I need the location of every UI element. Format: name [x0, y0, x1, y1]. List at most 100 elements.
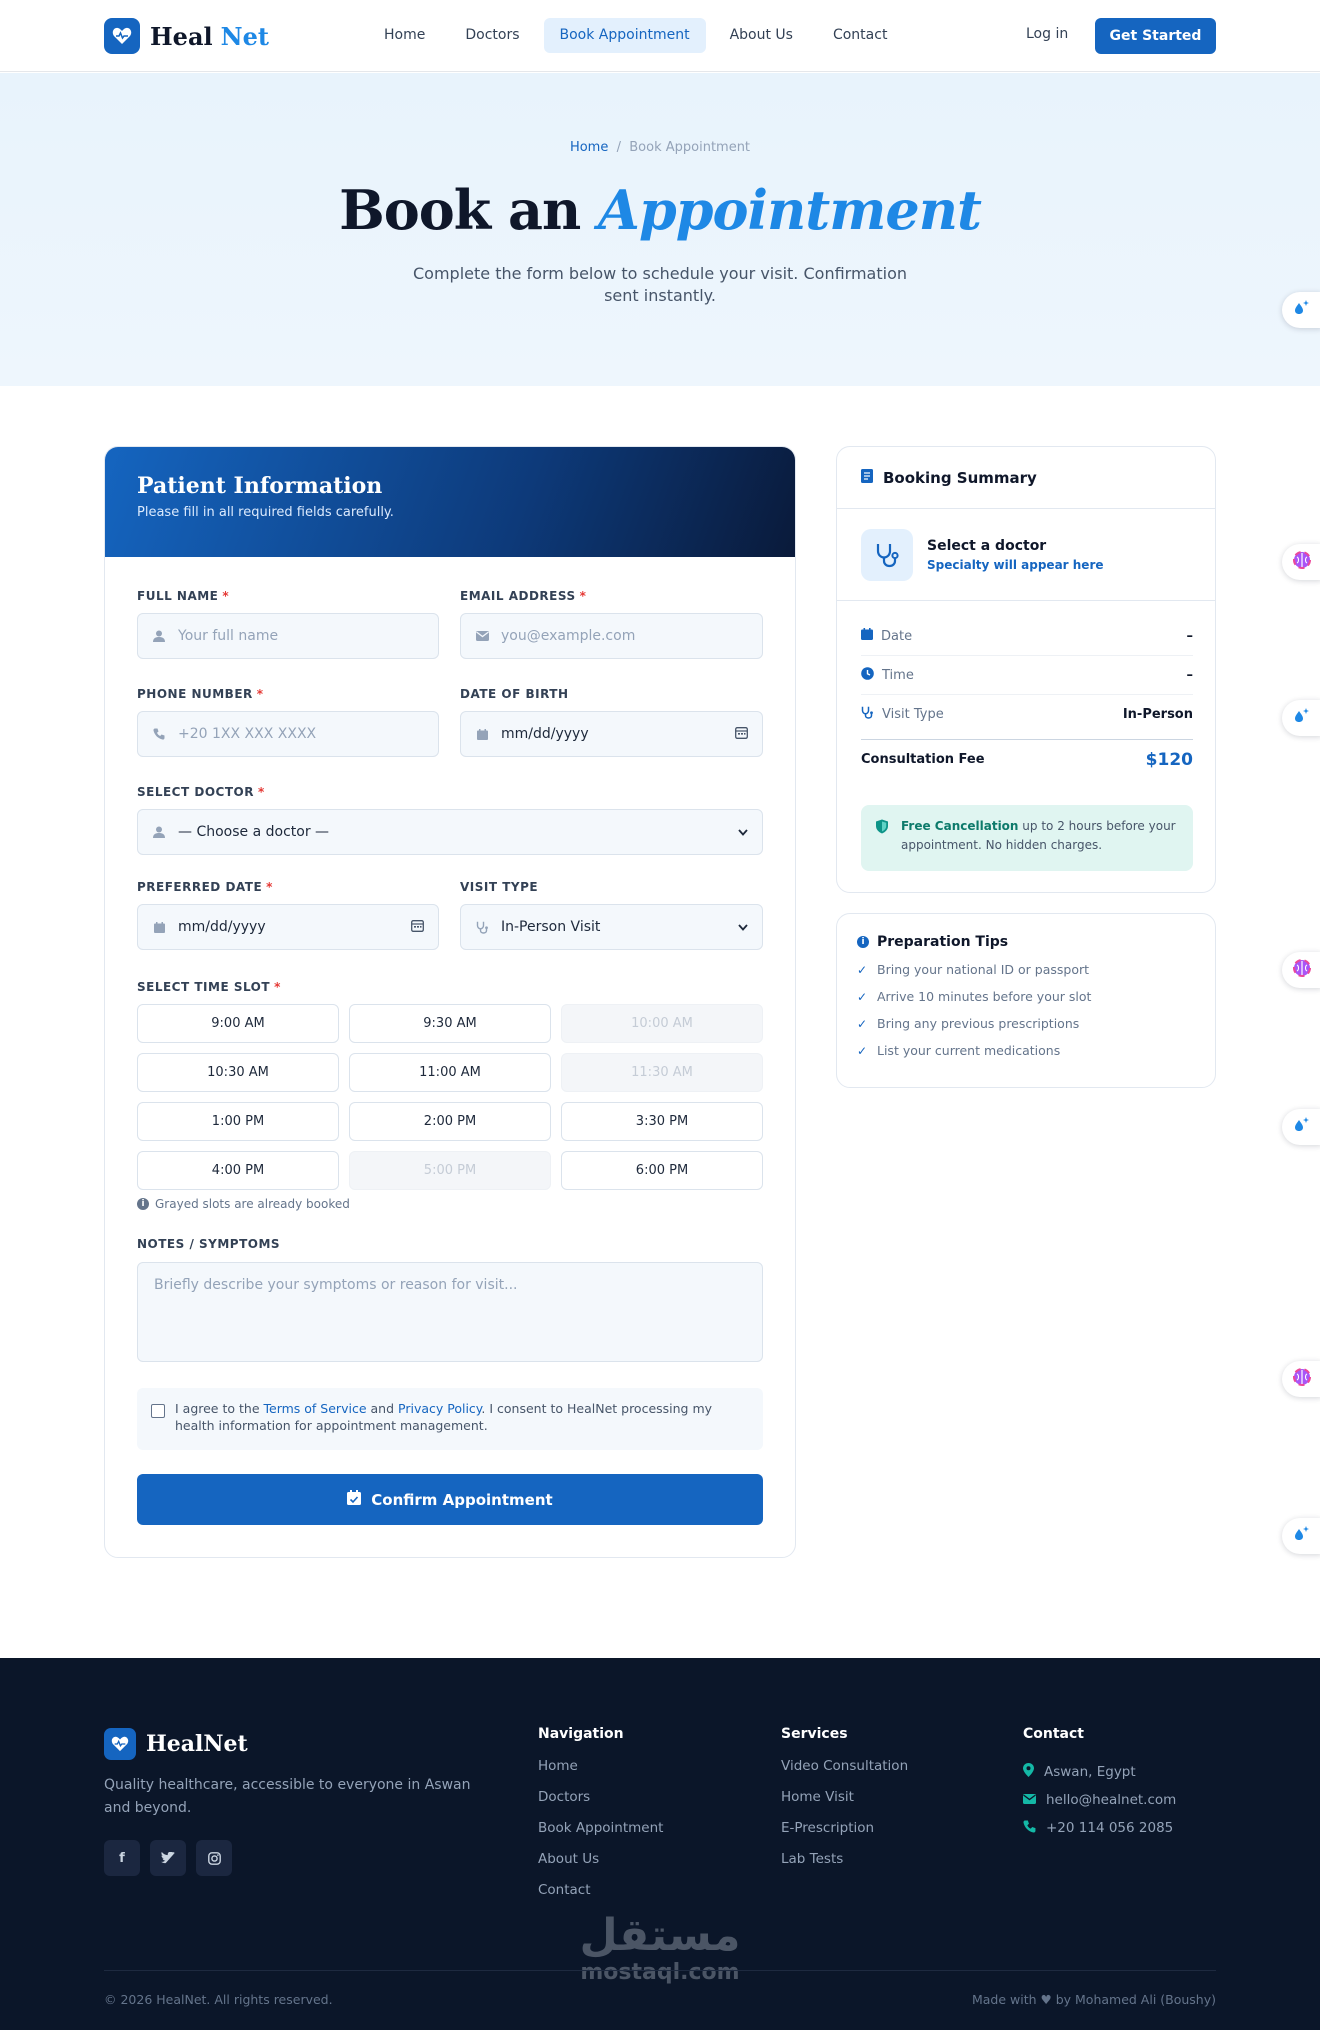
- notes-label: NOTES / SYMPTOMS: [137, 1237, 281, 1251]
- sparkle-drop-icon: [1293, 1525, 1311, 1547]
- contact-address: Aswan, Egypt: [1023, 1758, 1176, 1786]
- privacy-link[interactable]: Privacy Policy: [398, 1401, 481, 1416]
- contact-phone[interactable]: +20 114 056 2085: [1023, 1814, 1176, 1842]
- doctor-icon: [152, 825, 166, 839]
- check-icon: ✓: [857, 1043, 868, 1058]
- preferred-date-label: PREFERRED DATE *: [137, 880, 273, 894]
- terms-link[interactable]: Terms of Service: [264, 1401, 367, 1416]
- preferred-date-input[interactable]: mm/dd/yyyy: [137, 904, 439, 950]
- footer-link[interactable]: Doctors: [538, 1789, 663, 1820]
- contact-email[interactable]: hello@healnet.com: [1023, 1786, 1176, 1814]
- full-name-input[interactable]: Your full name: [137, 613, 439, 659]
- preferred-date-placeholder: mm/dd/yyyy: [178, 919, 266, 935]
- get-started-button[interactable]: Get Started: [1095, 18, 1216, 54]
- time-slot[interactable]: 9:00 AM: [137, 1004, 339, 1043]
- footer-link[interactable]: Contact: [538, 1882, 663, 1913]
- time-slot-booked: 11:30 AM: [561, 1053, 763, 1092]
- footer-brand-name: HealNet: [146, 1731, 248, 1757]
- brand-name-part1: Heal: [150, 21, 213, 51]
- booked-slots-hint: i Grayed slots are already booked: [137, 1197, 350, 1211]
- footer-description: Quality healthcare, accessible to everyo…: [104, 1777, 471, 1816]
- sparkle-drop-widget[interactable]: [1282, 700, 1320, 736]
- time-slot[interactable]: 4:00 PM: [137, 1151, 339, 1190]
- doctor-select[interactable]: — Choose a doctor —: [137, 809, 763, 855]
- selected-doctor: Select a doctor Specialty will appear he…: [837, 509, 1215, 601]
- tip-text: Bring your national ID or passport: [877, 962, 1090, 977]
- brain-icon: [1293, 959, 1311, 981]
- receipt-icon: [861, 468, 873, 487]
- visit-type-select[interactable]: In-Person Visit: [460, 904, 763, 950]
- brain-widget[interactable]: [1282, 952, 1320, 988]
- date-picker-icon[interactable]: [735, 726, 748, 743]
- summary-date-value: –: [1186, 628, 1194, 644]
- top-navbar: Heal Net Home Doctors Book Appointment Ab…: [0, 0, 1320, 72]
- time-slot[interactable]: 6:00 PM: [561, 1151, 763, 1190]
- email-label: EMAIL ADDRESS *: [460, 589, 587, 603]
- tip-item: ✓ List your current medications: [857, 1043, 1195, 1058]
- envelope-icon: [1023, 1792, 1036, 1808]
- time-slot[interactable]: 1:00 PM: [137, 1102, 339, 1141]
- footer-link[interactable]: E-Prescription: [781, 1820, 908, 1851]
- sparkle-drop-widget[interactable]: [1282, 292, 1320, 328]
- time-slot[interactable]: 9:30 AM: [349, 1004, 551, 1043]
- footer-services: Services Video Consultation Home Visit E…: [781, 1726, 908, 1882]
- nav-book-appointment[interactable]: Book Appointment: [543, 18, 706, 53]
- sparkle-drop-widget[interactable]: [1282, 1109, 1320, 1145]
- summary-row-time: Time –: [861, 656, 1193, 695]
- shield-icon: [875, 819, 889, 840]
- breadcrumb-home[interactable]: Home: [570, 140, 608, 155]
- full-name-label: FULL NAME *: [137, 589, 230, 603]
- confirm-appointment-button[interactable]: Confirm Appointment: [137, 1474, 763, 1525]
- dob-input[interactable]: mm/dd/yyyy: [460, 711, 763, 757]
- time-slot[interactable]: 3:30 PM: [561, 1102, 763, 1141]
- map-pin-icon: [1023, 1763, 1034, 1781]
- footer-link[interactable]: Video Consultation: [781, 1758, 908, 1789]
- nav-contact[interactable]: Contact: [817, 18, 903, 53]
- twitter-icon[interactable]: [150, 1840, 186, 1876]
- sparkle-drop-widget[interactable]: [1282, 1518, 1320, 1554]
- date-picker-icon[interactable]: [411, 919, 424, 936]
- notes-textarea[interactable]: Briefly describe your symptoms or reason…: [137, 1262, 763, 1362]
- footer-link[interactable]: Book Appointment: [538, 1820, 663, 1851]
- calendar-icon: [475, 727, 489, 741]
- footer-link[interactable]: Lab Tests: [781, 1851, 908, 1882]
- watermark-arabic: مستقل: [579, 1910, 741, 1961]
- stethoscope-icon: [861, 528, 913, 581]
- footer-link[interactable]: About Us: [538, 1851, 663, 1882]
- nav-about-us[interactable]: About Us: [714, 18, 809, 53]
- doctor-select-value: — Choose a doctor —: [178, 824, 330, 840]
- nav-doctors[interactable]: Doctors: [449, 18, 535, 53]
- brain-widget[interactable]: [1282, 544, 1320, 580]
- login-link[interactable]: Log in: [1026, 26, 1068, 42]
- booking-summary-header: Booking Summary: [837, 447, 1215, 509]
- brain-widget[interactable]: [1282, 1361, 1320, 1397]
- calendar-check-icon: [347, 1490, 362, 1509]
- nav-home[interactable]: Home: [368, 18, 441, 53]
- facebook-icon[interactable]: f: [104, 1840, 140, 1876]
- consultation-fee-value: $120: [1145, 749, 1193, 770]
- site-footer: HealNet Quality healthcare, accessible t…: [0, 1658, 1320, 2030]
- doctor-label: SELECT DOCTOR *: [137, 785, 265, 799]
- consultation-fee-label: Consultation Fee: [861, 752, 985, 767]
- clock-icon: [861, 666, 874, 684]
- consent-checkbox[interactable]: [151, 1404, 165, 1418]
- user-icon: [152, 629, 166, 643]
- footer-navigation: Navigation Home Doctors Book Appointment…: [538, 1726, 663, 1913]
- footer-logo[interactable]: HealNet: [104, 1728, 248, 1760]
- footer-link[interactable]: Home Visit: [781, 1789, 908, 1820]
- summary-time-label: Time: [882, 667, 914, 683]
- email-input[interactable]: you@example.com: [460, 613, 763, 659]
- instagram-icon[interactable]: [196, 1840, 232, 1876]
- consultation-fee-row: Consultation Fee $120: [861, 739, 1193, 779]
- brand-logo[interactable]: Heal Net: [104, 18, 269, 54]
- contact-address-text: Aswan, Egypt: [1044, 1764, 1136, 1780]
- patient-form-card: Patient Information Please fill in all r…: [104, 446, 796, 1558]
- time-slot[interactable]: 10:30 AM: [137, 1053, 339, 1092]
- footer-link[interactable]: Home: [538, 1758, 663, 1789]
- time-slot[interactable]: 11:00 AM: [349, 1053, 551, 1092]
- phone-input[interactable]: +20 1XX XXX XXXX: [137, 711, 439, 757]
- page-title-part2: Appointment: [598, 178, 982, 242]
- phone-label: PHONE NUMBER *: [137, 687, 264, 701]
- footer-contact-title: Contact: [1023, 1726, 1084, 1742]
- time-slot[interactable]: 2:00 PM: [349, 1102, 551, 1141]
